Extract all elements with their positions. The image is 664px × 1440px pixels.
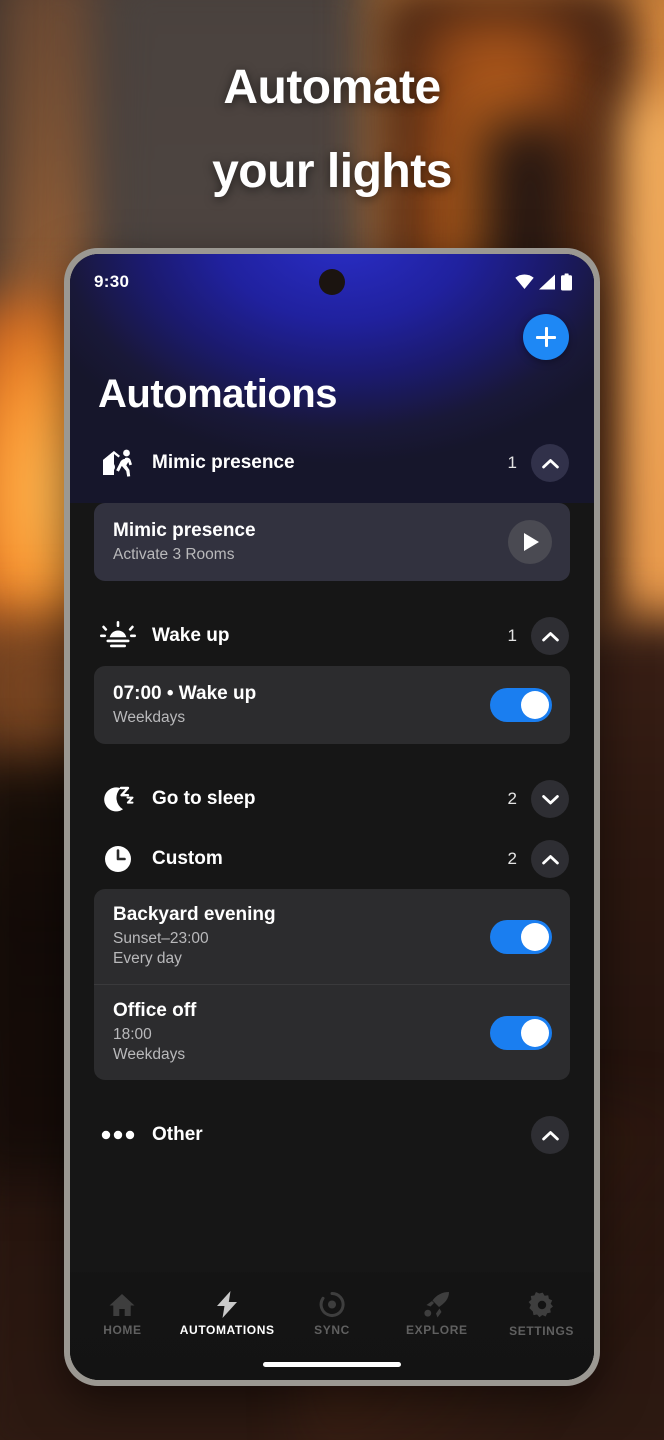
list-item[interactable]: Office off 18:00 Weekdays	[94, 984, 570, 1080]
nav-item-sync[interactable]: SYNC	[280, 1280, 385, 1348]
cellular-signal-icon	[539, 274, 556, 290]
group-name: Wake up	[152, 625, 230, 646]
group-name: Custom	[152, 848, 223, 869]
automation-card-wake-up: 07:00 • Wake up Weekdays	[94, 666, 570, 744]
group-count: 2	[507, 789, 517, 808]
automation-subtitle-days: Every day	[113, 950, 182, 967]
ellipsis-icon	[98, 1115, 138, 1155]
status-bar-icons	[515, 273, 572, 291]
group-header-go-to-sleep[interactable]: Go to sleep 2	[70, 769, 594, 829]
home-indicator[interactable]	[70, 1348, 594, 1380]
add-automation-button[interactable]	[523, 314, 569, 360]
nav-item-home[interactable]: HOME	[70, 1280, 175, 1348]
nav-label: EXPLORE	[406, 1323, 468, 1337]
group-name: Mimic presence	[152, 452, 295, 473]
automation-name: Backyard evening	[113, 904, 276, 925]
page-title: Automations	[98, 372, 337, 416]
clock-icon	[98, 839, 138, 879]
group-count: 2	[507, 849, 517, 868]
bottom-navigation: HOME AUTOMATIONS SYNC EXPLORE SETTINGS	[70, 1272, 594, 1380]
automation-toggle[interactable]	[490, 1015, 552, 1050]
automation-toggle[interactable]	[490, 919, 552, 954]
chevron-up-icon[interactable]	[531, 1116, 569, 1154]
phone-screen: 9:30 Automations Mimic presence 1 Mimic …	[70, 254, 594, 1380]
chevron-up-icon[interactable]	[531, 444, 569, 482]
sunrise-icon	[98, 616, 138, 656]
wifi-icon	[515, 274, 534, 290]
automation-name: Office off	[113, 1000, 197, 1021]
lightning-icon	[214, 1291, 240, 1318]
nav-item-explore[interactable]: EXPLORE	[384, 1280, 489, 1348]
group-header-custom[interactable]: Custom 2	[70, 829, 594, 889]
automation-subtitle-time: 18:00	[113, 1026, 152, 1043]
automation-subtitle: Activate 3 Rooms	[113, 545, 235, 563]
mimic-presence-icon	[98, 443, 138, 483]
group-count: 1	[507, 453, 517, 472]
list-item[interactable]: Mimic presence Activate 3 Rooms	[94, 503, 570, 581]
group-header-other[interactable]: Other	[70, 1105, 594, 1165]
group-name: Other	[152, 1124, 203, 1145]
play-automation-button[interactable]	[508, 520, 552, 564]
automation-subtitle: Weekdays	[113, 708, 186, 726]
group-header-mimic-presence[interactable]: Mimic presence 1	[70, 433, 594, 493]
group-count: 1	[507, 626, 517, 645]
automation-subtitle-time: Sunset–23:00	[113, 930, 209, 947]
automations-list: Mimic presence Activate 3 Rooms Wake up …	[70, 503, 594, 1380]
automation-name: Mimic presence	[113, 519, 256, 541]
chevron-up-icon[interactable]	[531, 840, 569, 878]
group-name: Go to sleep	[152, 788, 256, 809]
nav-label: AUTOMATIONS	[179, 1323, 275, 1337]
camera-punch-hole	[319, 269, 345, 295]
status-bar: 9:30	[70, 254, 594, 310]
list-item[interactable]: Backyard evening Sunset–23:00 Every day	[94, 889, 570, 984]
status-bar-clock: 9:30	[94, 272, 130, 291]
home-icon	[108, 1292, 136, 1318]
nav-label: SETTINGS	[509, 1323, 574, 1338]
app-header: 9:30 Automations Mimic presence 1	[70, 254, 594, 503]
automation-card-mimic-presence: Mimic presence Activate 3 Rooms	[94, 503, 570, 581]
moon-sleep-icon	[98, 779, 138, 819]
automation-name: 07:00 • Wake up	[113, 682, 257, 704]
gear-icon	[528, 1291, 556, 1319]
automation-card-custom: Backyard evening Sunset–23:00 Every day …	[94, 889, 570, 1080]
nav-label: SYNC	[314, 1323, 350, 1337]
automation-subtitle-days: Weekdays	[113, 1046, 186, 1063]
headline-line-2: your lights	[212, 145, 452, 198]
list-item[interactable]: 07:00 • Wake up Weekdays	[94, 666, 570, 744]
nav-item-automations[interactable]: AUTOMATIONS	[175, 1280, 280, 1348]
headline-line-1: Automate	[223, 61, 441, 114]
chevron-up-icon[interactable]	[531, 617, 569, 655]
sync-icon	[318, 1291, 346, 1318]
nav-label: HOME	[103, 1322, 142, 1337]
promo-headline: Automate your lights	[0, 46, 664, 214]
phone-mockup-frame: 9:30 Automations Mimic presence 1 Mimic …	[64, 248, 600, 1386]
battery-icon	[561, 273, 572, 291]
group-header-wake-up[interactable]: Wake up 1	[70, 606, 594, 666]
rocket-icon	[423, 1291, 451, 1318]
automation-toggle[interactable]	[490, 688, 552, 722]
chevron-down-icon[interactable]	[531, 780, 569, 818]
fab-row	[70, 310, 594, 372]
nav-item-settings[interactable]: SETTINGS	[489, 1280, 594, 1348]
